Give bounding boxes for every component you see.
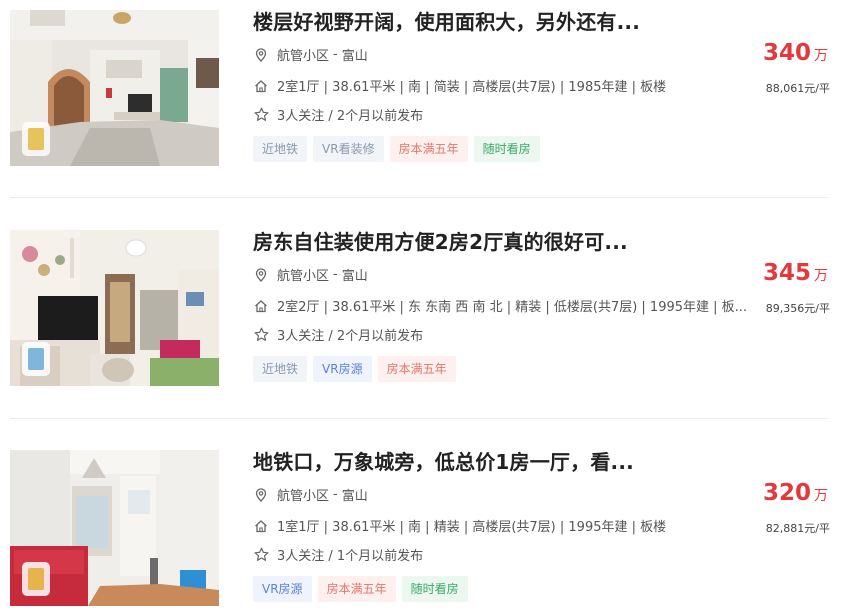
tag-five-years: 房本满五年 — [317, 576, 396, 602]
unit-price: 88,061元/平 — [765, 82, 830, 95]
tag-vr-listing: VR房源 — [253, 576, 312, 602]
location-pin-icon — [253, 267, 269, 283]
total-price-value: 345 — [762, 260, 811, 286]
tag-near-subway: 近地铁 — [253, 356, 308, 382]
location-separator: - — [333, 267, 338, 282]
listing-photo[interactable] — [10, 10, 219, 166]
total-price: 340 万 — [763, 40, 828, 66]
location-row: 航管小区 - 富山 — [253, 265, 368, 284]
total-price-value: 320 — [762, 480, 811, 506]
total-price: 345 万 — [763, 260, 828, 286]
district-link[interactable]: 富山 — [342, 45, 368, 64]
listing-title[interactable]: 地铁口，万象城旁，低总价1房一厅，看... — [253, 446, 634, 475]
house-info-text: 2室2厅 | 38.61平米 | 东 东南 西 南 北 | 精装 | 低楼层(共… — [277, 300, 748, 315]
tag-five-years: 房本满五年 — [377, 356, 456, 382]
district-link[interactable]: 富山 — [342, 265, 368, 284]
listing-title[interactable]: 楼层好视野开阔，使用面积大，另外还有... — [253, 6, 640, 35]
community-link[interactable]: 航管小区 — [277, 45, 329, 64]
location-separator: - — [333, 47, 338, 62]
follow-info-text: 3人关注 / 1个月以前发布 — [277, 549, 424, 564]
tag-vr-listing: VR房源 — [313, 356, 372, 382]
follow-info-row: 3人关注 / 1个月以前发布 — [253, 545, 423, 564]
house-info-row: 2室2厅 | 38.61平米 | 东 东南 西 南 北 | 精装 | 低楼层(共… — [253, 296, 747, 315]
listing-photo[interactable] — [10, 450, 219, 606]
location-pin-icon — [253, 47, 269, 63]
total-price-unit: 万 — [814, 48, 828, 64]
unit-price: 82,881元/平 — [765, 522, 830, 535]
total-price: 320 万 — [763, 480, 828, 506]
total-price-unit: 万 — [814, 488, 828, 504]
listing-photo[interactable] — [10, 230, 219, 386]
house-info-row: 2室1厅 | 38.61平米 | 南 | 简装 | 高楼层(共7层) | 198… — [253, 76, 666, 95]
follow-info-text: 3人关注 / 2个月以前发布 — [277, 109, 424, 124]
total-price-value: 340 — [762, 40, 811, 66]
star-icon — [253, 547, 269, 563]
room-photo — [10, 230, 219, 386]
star-icon — [253, 327, 269, 343]
community-link[interactable]: 航管小区 — [277, 265, 329, 284]
house-info-text: 2室1厅 | 38.61平米 | 南 | 简装 | 高楼层(共7层) | 198… — [277, 80, 667, 95]
tag-list: VR房源 房本满五年 随时看房 — [253, 576, 468, 602]
location-row: 航管小区 - 富山 — [253, 485, 368, 504]
community-link[interactable]: 航管小区 — [277, 485, 329, 504]
district-link[interactable]: 富山 — [342, 485, 368, 504]
listing-divider — [10, 418, 828, 419]
location-pin-icon — [253, 487, 269, 503]
star-icon — [253, 107, 269, 123]
tag-list: 近地铁 VR看装修 房本满五年 随时看房 — [253, 136, 540, 162]
follow-info-text: 3人关注 / 2个月以前发布 — [277, 329, 424, 344]
tag-list: 近地铁 VR房源 房本满五年 — [253, 356, 456, 382]
location-row: 航管小区 - 富山 — [253, 45, 368, 64]
house-icon — [253, 518, 269, 534]
room-photo — [10, 450, 219, 606]
total-price-unit: 万 — [814, 268, 828, 284]
tag-view-anytime: 随时看房 — [401, 576, 468, 602]
listing-divider — [10, 197, 828, 198]
unit-price: 89,356元/平 — [765, 302, 830, 315]
follow-info-row: 3人关注 / 2个月以前发布 — [253, 105, 423, 124]
tag-vr-decor: VR看装修 — [313, 136, 384, 162]
room-photo — [10, 10, 219, 166]
follow-info-row: 3人关注 / 2个月以前发布 — [253, 325, 423, 344]
house-icon — [253, 298, 269, 314]
tag-five-years: 房本满五年 — [389, 136, 468, 162]
listing-title[interactable]: 房东自住装使用方便2房2厅真的很好可... — [253, 226, 628, 255]
house-icon — [253, 78, 269, 94]
tag-near-subway: 近地铁 — [253, 136, 308, 162]
house-info-text: 1室1厅 | 38.61平米 | 南 | 精装 | 高楼层(共7层) | 199… — [277, 520, 667, 535]
house-info-row: 1室1厅 | 38.61平米 | 南 | 精装 | 高楼层(共7层) | 199… — [253, 516, 666, 535]
tag-view-anytime: 随时看房 — [473, 136, 540, 162]
location-separator: - — [333, 487, 338, 502]
